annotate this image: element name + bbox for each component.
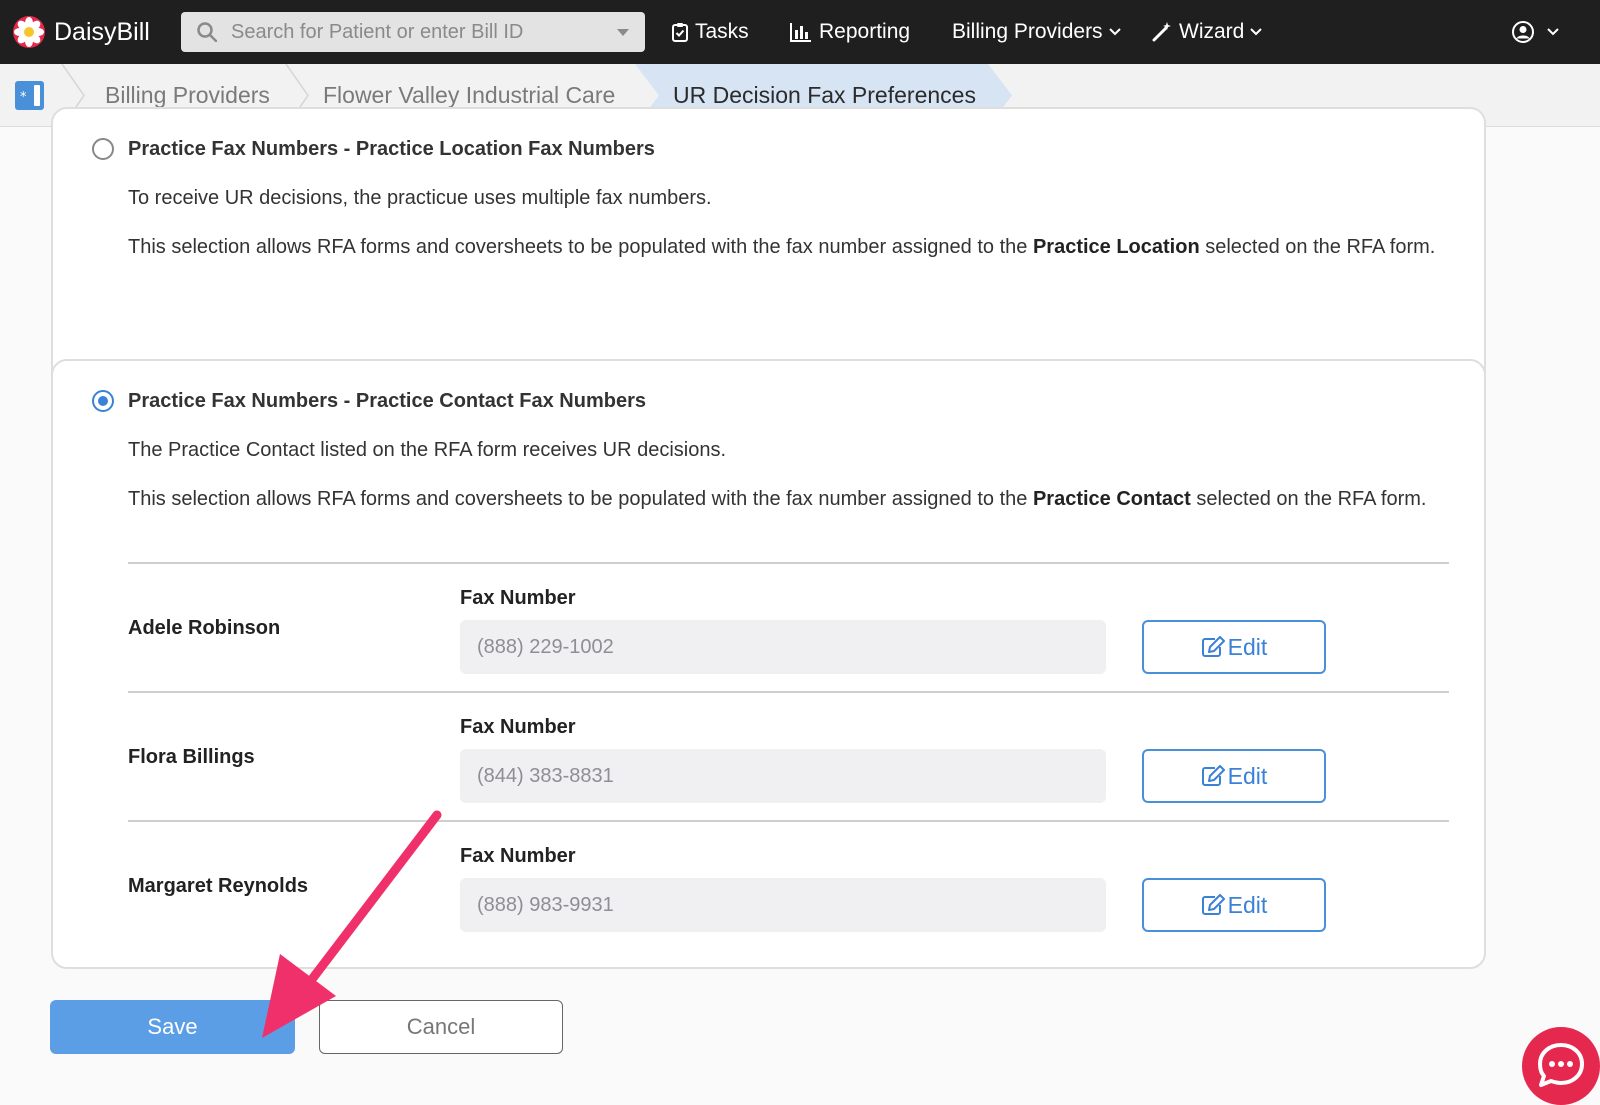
chat-bubble-icon [1538, 1043, 1584, 1087]
fax-number-field[interactable] [460, 878, 1106, 932]
edit-fax-button[interactable]: Edit [1142, 620, 1326, 674]
brand-name: DaisyBill [54, 17, 150, 46]
nav-tasks[interactable]: Tasks [672, 0, 749, 64]
contact-name: Adele Robinson [128, 617, 281, 639]
chevron-down-icon [1250, 28, 1263, 36]
edit-label: Edit [1227, 891, 1268, 918]
option-title: Practice Fax Numbers - Practice Location… [128, 138, 655, 160]
radio-contact-fax[interactable] [92, 390, 114, 412]
main-content: Practice Fax Numbers - Practice Location… [0, 107, 1600, 1105]
option-title: Practice Fax Numbers - Practice Contact … [128, 390, 646, 412]
home-icon[interactable]: * [15, 81, 44, 110]
daisy-logo-icon [12, 15, 46, 49]
option-description: The Practice Contact listed on the RFA f… [128, 439, 727, 461]
option-card-contact: Practice Fax Numbers - Practice Contact … [51, 359, 1486, 969]
search-icon [197, 22, 218, 43]
nav-reporting-label: Reporting [819, 20, 911, 43]
option-detail: This selection allows RFA forms and cove… [128, 236, 1436, 258]
chevron-down-icon [1547, 28, 1559, 36]
divider [128, 820, 1449, 822]
magic-wand-icon [1152, 22, 1171, 42]
option-description: To receive UR decisions, the practicue u… [128, 187, 712, 209]
divider [128, 691, 1449, 693]
cancel-button[interactable]: Cancel [319, 1000, 563, 1054]
nav-billing-providers[interactable]: Billing Providers [952, 0, 1128, 64]
svg-text:*: * [20, 90, 27, 105]
fax-number-field[interactable] [460, 749, 1106, 803]
divider [128, 562, 1449, 564]
nav-tasks-label: Tasks [695, 20, 749, 43]
save-button[interactable]: Save [50, 1000, 295, 1054]
user-account-icon [1512, 21, 1534, 43]
bar-chart-icon [790, 23, 811, 42]
user-menu[interactable] [1512, 0, 1566, 64]
edit-icon [1201, 894, 1225, 915]
fax-number-label: Fax Number [460, 587, 576, 609]
edit-icon [1201, 765, 1225, 786]
radio-location-fax[interactable] [92, 138, 114, 160]
edit-label: Edit [1227, 762, 1268, 789]
search-dropdown-caret-icon[interactable] [617, 29, 629, 36]
brand[interactable]: DaisyBill [12, 14, 150, 50]
fax-number-field[interactable] [460, 620, 1106, 674]
chat-widget-button[interactable] [1522, 1027, 1600, 1105]
nav-reporting[interactable]: Reporting [790, 0, 910, 64]
edit-fax-button[interactable]: Edit [1142, 878, 1326, 932]
clipboard-check-icon [672, 23, 688, 42]
nav-wizard-label: Wizard [1179, 20, 1245, 43]
fax-number-label: Fax Number [460, 845, 576, 867]
patient-search[interactable] [181, 12, 645, 52]
fax-number-label: Fax Number [460, 716, 576, 738]
edit-label: Edit [1227, 633, 1268, 660]
option-detail: This selection allows RFA forms and cove… [128, 488, 1427, 510]
nav-billing-providers-label: Billing Providers [952, 20, 1103, 43]
contact-name: Margaret Reynolds [128, 875, 309, 897]
search-input[interactable] [231, 12, 591, 52]
edit-icon [1201, 636, 1225, 657]
chevron-down-icon [1108, 28, 1121, 36]
nav-wizard[interactable]: Wizard [1152, 0, 1269, 64]
top-navbar: DaisyBill Tasks Reporting Billing Provid… [0, 0, 1600, 64]
contact-name: Flora Billings [128, 746, 255, 768]
edit-fax-button[interactable]: Edit [1142, 749, 1326, 803]
